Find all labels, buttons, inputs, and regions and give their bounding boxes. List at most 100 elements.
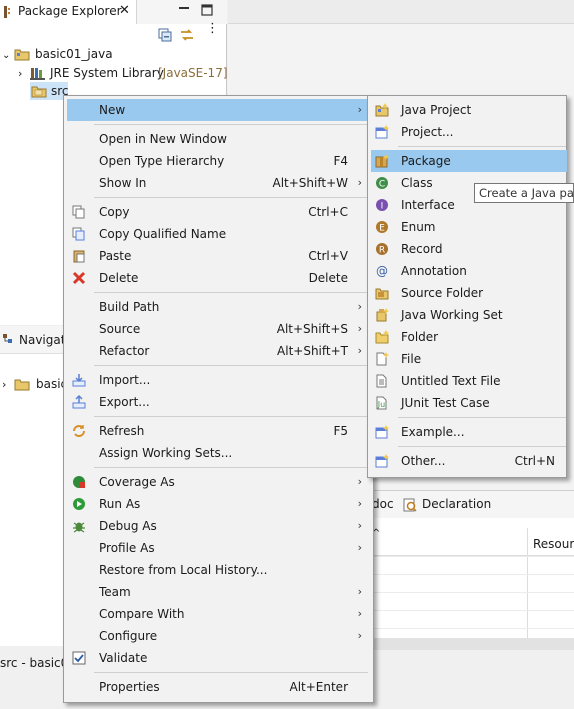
menu-item-source[interactable]: Source Alt+Shift+S › — [67, 318, 370, 340]
tree-item-project[interactable]: ⌄ basic01_java — [2, 45, 113, 63]
copy-icon — [72, 205, 85, 219]
submenu-item-package[interactable]: Package — [371, 150, 567, 172]
annotation-icon: @ — [376, 264, 388, 278]
svg-text:I: I — [381, 202, 384, 212]
menu-item-refresh[interactable]: Refresh F5 — [67, 420, 370, 442]
close-icon[interactable]: ✕ — [119, 3, 130, 18]
submenu-item-junit-test-case[interactable]: Ju JUnit Test Case — [371, 392, 567, 414]
java-project-icon — [375, 103, 389, 117]
submenu-item-other[interactable]: Other... Ctrl+N — [371, 450, 567, 472]
svg-text:@: @ — [376, 264, 388, 278]
menu-item-delete[interactable]: Delete Delete — [67, 267, 370, 289]
submenu-arrow-icon: › — [357, 475, 362, 488]
library-detail: [JavaSE-17] — [158, 66, 228, 80]
svg-text:C: C — [379, 180, 385, 190]
status-bar: src - basic01 — [0, 650, 76, 676]
submenu-arrow-icon: › — [357, 629, 362, 642]
bottom-views-tabbar: doc Declaration — [370, 490, 574, 518]
menu-item-restore-history[interactable]: Restore from Local History... — [67, 559, 370, 581]
record-icon: R — [376, 243, 388, 256]
import-icon — [72, 374, 86, 387]
declaration-icon — [403, 498, 417, 512]
menu-item-new[interactable]: New › — [67, 99, 370, 121]
navigator-icon — [3, 334, 12, 343]
menu-item-run-as[interactable]: Run As › — [67, 493, 370, 515]
working-set-icon — [376, 308, 389, 322]
tab-package-explorer[interactable]: Package Explorer ✕ — [0, 0, 137, 24]
menu-item-profile-as[interactable]: Profile As › — [67, 537, 370, 559]
menu-item-open-type-hierarchy[interactable]: Open Type Hierarchy F4 — [67, 150, 370, 172]
separator — [94, 416, 368, 417]
tab-navigator[interactable]: Navigato — [0, 326, 73, 354]
submenu-item-example[interactable]: Example... — [371, 421, 567, 443]
submenu-arrow-icon: › — [357, 103, 362, 116]
menu-item-debug-as[interactable]: Debug As › — [67, 515, 370, 537]
submenu-item-file[interactable]: File — [371, 348, 567, 370]
menu-item-open-in-new-window[interactable]: Open in New Window — [67, 128, 370, 150]
chevron-down-icon: ⌄ — [2, 50, 11, 61]
submenu-item-untitled-text-file[interactable]: Untitled Text File — [371, 370, 567, 392]
folder-icon — [375, 330, 389, 344]
submenu-arrow-icon: › — [357, 585, 362, 598]
table-header: ^ Resourc — [370, 528, 574, 650]
submenu-item-folder[interactable]: Folder — [371, 326, 567, 348]
menu-item-coverage-as[interactable]: Coverage As › — [67, 471, 370, 493]
context-menu: New › Open in New Window Open Type Hiera… — [63, 95, 374, 703]
debug-icon — [73, 522, 85, 533]
library-icon — [30, 68, 45, 80]
menu-item-refactor[interactable]: Refactor Alt+Shift+T › — [67, 340, 370, 362]
minimize-icon[interactable] — [178, 5, 190, 17]
link-with-editor-icon[interactable] — [180, 28, 194, 42]
file-icon — [376, 352, 389, 366]
separator — [398, 146, 566, 147]
submenu-item-java-project[interactable]: Java Project — [371, 99, 567, 121]
submenu-item-java-working-set[interactable]: Java Working Set — [371, 304, 567, 326]
properties-table: ^ Resourc — [370, 528, 574, 650]
menu-item-export[interactable]: Export... — [67, 391, 370, 413]
menu-item-assign-working-sets[interactable]: Assign Working Sets... — [67, 442, 370, 464]
navigator-item-project[interactable]: › basic — [2, 375, 67, 393]
bottom-spacer — [370, 518, 574, 528]
menu-item-configure[interactable]: Configure › — [67, 625, 370, 647]
delete-icon — [72, 271, 86, 285]
view-menu-icon[interactable]: ⋮ — [206, 22, 219, 35]
text-file-icon — [376, 374, 387, 388]
collapse-all-icon[interactable] — [158, 28, 172, 42]
svg-text:R: R — [379, 246, 385, 256]
submenu-item-source-folder[interactable]: Source Folder — [371, 282, 567, 304]
svg-text:Ju: Ju — [377, 400, 385, 409]
enum-icon: E — [376, 221, 388, 234]
menu-item-import[interactable]: Import... — [67, 369, 370, 391]
chevron-right-icon: › — [18, 67, 23, 80]
menu-item-copy[interactable]: Copy Ctrl+C — [67, 201, 370, 223]
menu-item-team[interactable]: Team › — [67, 581, 370, 603]
tooltip: Create a Java pack — [474, 183, 574, 203]
tab-label: Package Explorer — [18, 4, 122, 18]
submenu-item-record[interactable]: R Record — [371, 238, 567, 260]
horizontal-scrollbar[interactable] — [370, 638, 574, 650]
maximize-icon[interactable] — [201, 4, 213, 16]
submenu-arrow-icon: › — [357, 607, 362, 620]
menu-item-build-path[interactable]: Build Path › — [67, 296, 370, 318]
menu-item-properties[interactable]: Properties Alt+Enter — [67, 676, 370, 698]
submenu-arrow-icon: › — [357, 344, 362, 357]
new-project-icon — [375, 125, 389, 139]
export-icon — [72, 395, 86, 409]
checkbox-checked-icon — [72, 651, 86, 665]
column-divider — [527, 528, 528, 650]
run-icon — [73, 498, 85, 510]
menu-item-compare-with[interactable]: Compare With › — [67, 603, 370, 625]
paste-icon — [73, 250, 85, 263]
menu-item-copy-qualified-name[interactable]: Copy Qualified Name — [67, 223, 370, 245]
menu-item-show-in[interactable]: Show In Alt+Shift+W › — [67, 172, 370, 194]
junit-icon: Ju — [376, 396, 387, 410]
submenu-item-annotation[interactable]: @ Annotation — [371, 260, 567, 282]
chevron-right-icon: › — [2, 378, 7, 391]
tab-declaration[interactable]: Declaration — [422, 497, 491, 511]
tree-item-jre-library[interactable]: › JRE System Library [JavaSE-17] — [18, 64, 228, 82]
menu-item-paste[interactable]: Paste Ctrl+V — [67, 245, 370, 267]
submenu-item-project[interactable]: Project... — [371, 121, 567, 143]
menu-item-validate[interactable]: Validate — [67, 647, 370, 669]
submenu-item-enum[interactable]: E Enum — [371, 216, 567, 238]
tab-javadoc[interactable]: doc — [372, 497, 394, 511]
